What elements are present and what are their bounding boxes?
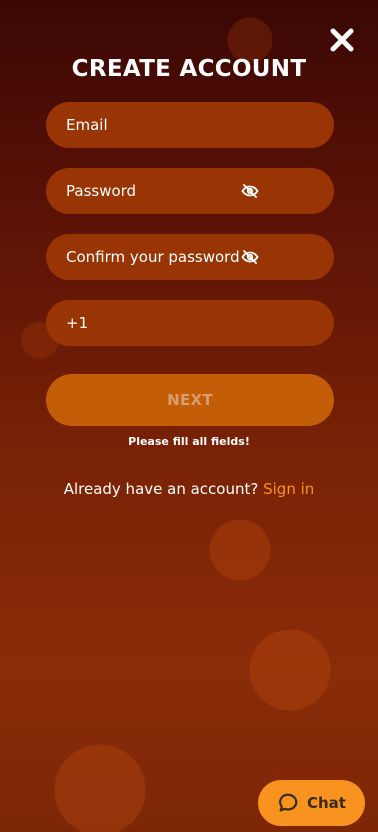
- page-title: CREATE ACCOUNT: [71, 56, 307, 82]
- chat-label: Chat: [307, 794, 346, 812]
- confirm-password-field[interactable]: Confirm your password: [46, 234, 334, 280]
- phone-prefix: +1: [66, 314, 89, 332]
- email-placeholder: Email: [66, 116, 108, 134]
- close-icon: [330, 28, 354, 52]
- phone-field[interactable]: +1: [46, 300, 334, 346]
- signin-prompt: Already have an account?: [63, 480, 259, 498]
- password-visibility-toggle[interactable]: [240, 181, 260, 201]
- eye-off-icon: [241, 250, 259, 264]
- close-button[interactable]: [326, 24, 358, 56]
- confirm-password-visibility-toggle[interactable]: [240, 247, 260, 267]
- next-button[interactable]: NEXT: [46, 374, 334, 426]
- password-placeholder: Password: [66, 182, 137, 200]
- signin-row: Already have an account? Sign in: [0, 480, 378, 498]
- chat-bubble-icon: [279, 793, 298, 812]
- eye-off-icon: [241, 184, 259, 198]
- confirm-password-placeholder: Confirm your password: [66, 248, 240, 266]
- email-field[interactable]: Email: [46, 102, 334, 148]
- validation-hint: Please fill all fields!: [128, 435, 250, 448]
- signin-link[interactable]: Sign in: [263, 480, 314, 498]
- password-field[interactable]: Password: [46, 168, 334, 214]
- chat-button[interactable]: Chat: [258, 780, 365, 826]
